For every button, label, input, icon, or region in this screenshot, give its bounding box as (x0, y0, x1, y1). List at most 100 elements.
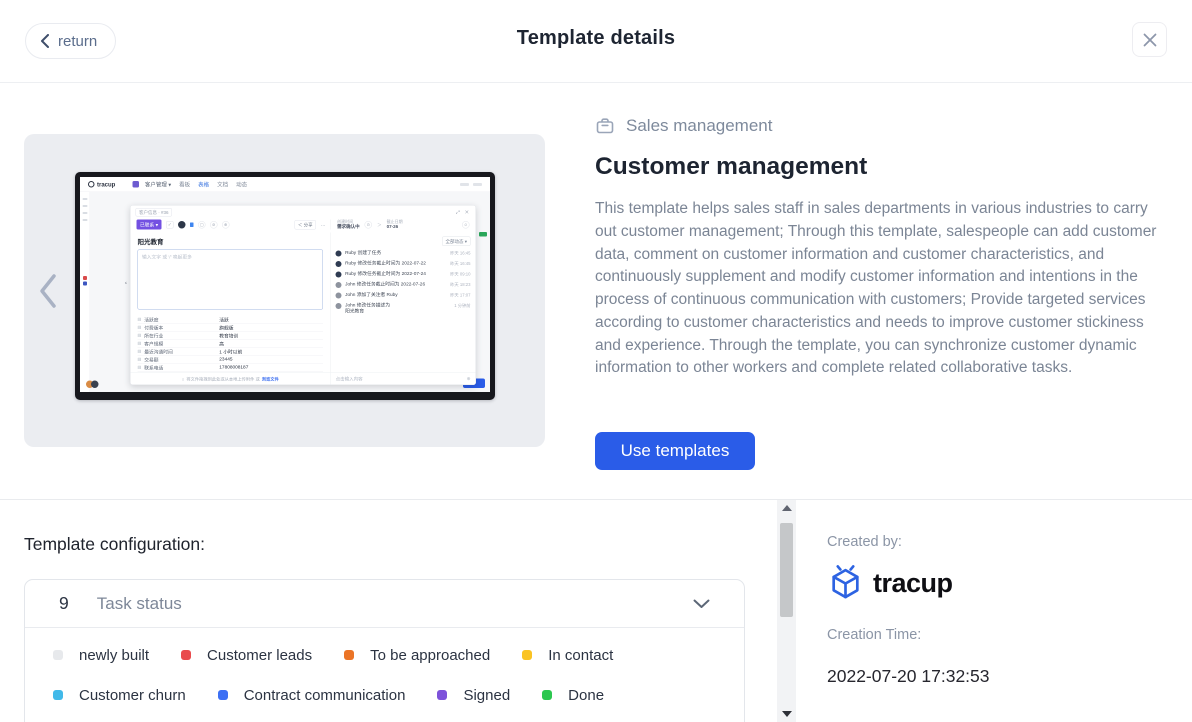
chevron-down-icon[interactable] (693, 599, 710, 609)
status-count: 9 (59, 593, 69, 614)
scroll-up-arrow[interactable] (777, 500, 796, 516)
status-color-swatch (218, 690, 228, 700)
thumb-status-dot-blue (83, 282, 87, 286)
thumb-feed-filter: 全部动态 ▾ (442, 237, 471, 247)
thumb-feed-item: John 修改任务截止时间为 2022-07-26 昨天 18:23 (336, 282, 471, 289)
thumb-check-icon: ✓ (166, 221, 174, 229)
close-icon (1142, 32, 1158, 48)
thumb-nav-item: 文档 (217, 180, 228, 188)
close-button[interactable] (1132, 22, 1167, 57)
thumb-green-badge (479, 232, 487, 237)
task-status-panel-header[interactable]: 9 Task status (25, 580, 744, 628)
top-bar: return Template details (0, 0, 1192, 83)
category-row: Sales management (595, 116, 1170, 136)
thumb-field-row: ▤ 联系电话 17808008187 (138, 364, 324, 372)
status-label: Customer churn (79, 687, 186, 704)
thumb-project-avatar (132, 181, 139, 188)
thumb-modal-toolbar: 已联系 ▾ ✓ ▢ ⊘ ⊕ ＜ 分享 … 创建时 (131, 217, 476, 233)
status-item: Contract communication (218, 685, 406, 705)
thumb-nav-item: 客户管理 ▾ (145, 180, 171, 188)
thumb-nav: 客户管理 ▾ 看板 表格 文档 动态 (145, 180, 247, 188)
status-label: Contract communication (244, 687, 406, 704)
thumb-collapse-handle: ‹ (125, 280, 127, 286)
thumb-field-row: ▤ 所在行业 教育培训 (138, 332, 324, 340)
thumb-toolbar-left: 已联系 ▾ ✓ ▢ ⊘ ⊕ ＜ 分享 … (131, 220, 331, 230)
thumb-logo-icon (88, 181, 95, 188)
thumbnail-content: tracup 客户管理 ▾ 看板 表格 文档 动态 (80, 177, 490, 392)
status-item: Done (542, 685, 604, 705)
status-color-swatch (53, 690, 63, 700)
template-description: This template helps sales staff in sales… (595, 198, 1170, 380)
status-item: newly built (53, 645, 149, 665)
template-details-page: return Template details tracup 客户管理 ▾ (0, 0, 1192, 722)
status-label: To be approached (370, 647, 490, 664)
thumb-editor-placeholder: 输入文字 或 '/' 唤起更多 (138, 250, 324, 310)
thumb-task-modal: 客户信息 · #36 ⤢ ✕ 已联系 ▾ ✓ ▢ ⊘ ⊕ (130, 205, 476, 385)
thumb-window-controls: ⤢ ✕ (456, 209, 470, 215)
creation-time-label: Creation Time: (827, 627, 1192, 643)
thumb-field-row: ▤ 最近沟通时间 1 小时以前 (138, 348, 324, 356)
thumb-modal-breadcrumb-row: 客户信息 · #36 ⤢ ✕ (131, 206, 476, 217)
vertical-scrollbar[interactable] (777, 500, 796, 722)
status-item: Customer churn (53, 685, 186, 705)
thumb-modal-right: 全部动态 ▾ Ruby 创建了任务 昨天 16:45 (331, 233, 476, 373)
tracup-cube-icon (827, 565, 864, 602)
thumb-modal-footer: ⌂将文件拖拽到此处或从本地上传附件 或浏览文件 点击输入内容⊕ (131, 373, 476, 385)
status-label: newly built (79, 647, 149, 664)
briefcase-icon (595, 116, 615, 136)
status-label: Signed (463, 687, 510, 704)
status-item: To be approached (344, 645, 490, 665)
status-color-swatch (522, 650, 532, 660)
status-label: Done (568, 687, 604, 704)
thumb-person-icon: ☺ (462, 221, 470, 229)
thumb-assignee-avatar (178, 221, 186, 229)
config-heading: Template configuration: (24, 534, 205, 555)
thumb-feed-item: Ruby 创建了任务 昨天 16:45 (336, 250, 471, 257)
status-label: In contact (548, 647, 613, 664)
tracup-brand: tracup (827, 565, 1192, 602)
thumb-comment-input: 点击输入内容⊕ (331, 376, 476, 383)
template-details: Sales management Customer management Thi… (595, 116, 1170, 380)
thumb-modal-body: 阳光教育 输入文字 或 '/' 唤起更多 ▤ 活跃度 活跃 (131, 233, 476, 373)
thumb-nav-item: 看板 (179, 180, 190, 188)
thumb-box-icon: ▢ (198, 221, 206, 229)
template-screenshot-thumbnail: tracup 客户管理 ▾ 看板 表格 文档 动态 (75, 172, 495, 400)
thumb-logo-word: tracup (97, 181, 115, 188)
previous-image-arrow[interactable] (38, 271, 60, 311)
thumb-status-button: 已联系 ▾ (137, 220, 162, 230)
scrollbar-thumb[interactable] (780, 523, 793, 617)
thumb-tracup-logo: tracup (88, 181, 115, 188)
status-color-swatch (181, 650, 191, 660)
thumb-field-row: ▤ 活跃度 活跃 (138, 316, 324, 324)
thumb-plus-icon: ⊕ (222, 221, 230, 229)
thumb-meta-created: 创建时间需求确认中 (337, 220, 360, 230)
chevron-left-icon (38, 273, 58, 309)
thumb-meta-due: 截止日期07-26 (387, 220, 403, 230)
thumb-field-row: ▤ 付费版本 旗舰版 (138, 324, 324, 332)
thumb-arrow-icon: ＞ (377, 221, 382, 228)
thumb-field-row: ▤ 客户规模 高 (138, 340, 324, 348)
thumb-app-bar: tracup 客户管理 ▾ 看板 表格 文档 动态 (80, 177, 490, 192)
task-status-panel: 9 Task status newly built Customer leads (24, 579, 745, 722)
thumb-avatar-2 (91, 381, 99, 389)
thumb-app-body: ‹ 客户信息 · #36 ⤢ ✕ 已联系 ▾ (80, 192, 490, 392)
template-title: Customer management (595, 153, 1170, 181)
thumb-status-dot-red (83, 276, 87, 280)
thumb-breadcrumb: 客户信息 · #36 (136, 208, 173, 217)
thumb-more-icon: … (321, 222, 326, 228)
thumb-feed-item: Ruby 修改任务截止时间为 2022-07-24 昨天 09:10 (336, 271, 471, 278)
panel-label: Task status (97, 594, 182, 614)
status-item: Customer leads (181, 645, 312, 665)
thumb-side-rail (80, 192, 90, 392)
status-color-swatch (53, 650, 63, 660)
thumb-task-title: 阳光教育 (138, 237, 324, 247)
status-color-swatch (344, 650, 354, 660)
scroll-down-arrow[interactable] (777, 706, 796, 722)
page-title: Template details (0, 27, 1192, 50)
thumb-feed-item: John 修改任务描述为阳光教育 1 分钟前 (336, 303, 471, 315)
status-item: In contact (522, 645, 613, 665)
thumb-field-row: ▤ 交易额 23445 (138, 356, 324, 364)
thumb-nav-item: 动态 (236, 180, 247, 188)
meta-sidebar: Created by: tracup Creation Time: 2022-0… (796, 500, 1192, 722)
use-templates-button[interactable]: Use templates (595, 432, 755, 470)
